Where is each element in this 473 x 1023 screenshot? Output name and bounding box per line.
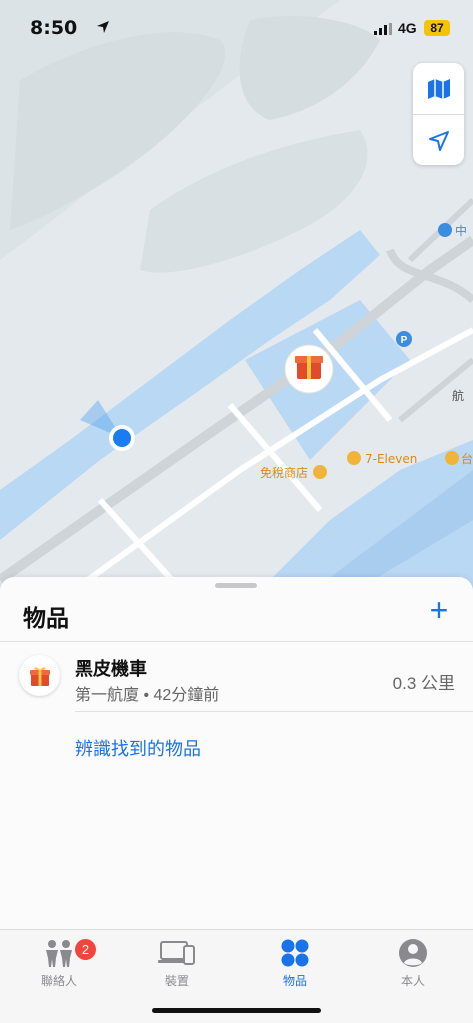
list-item[interactable]: 黑皮機車 第一航廈 • 42分鐘前 0.3 公里 <box>0 643 473 713</box>
person-icon <box>399 939 427 967</box>
tab-items[interactable]: 物品 <box>236 936 354 992</box>
tab-label: 物品 <box>282 974 307 988</box>
notification-badge: 2 <box>75 939 96 960</box>
road-label: 航 <box>452 388 464 403</box>
identify-found-item-link[interactable]: 辨識找到的物品 <box>75 735 201 761</box>
map-mode-button[interactable] <box>413 63 464 114</box>
location-arrow-icon <box>428 130 449 151</box>
network-type: 4G <box>398 20 417 36</box>
status-time: 8:50 <box>30 17 78 39</box>
svg-text:7-Eleven: 7-Eleven <box>365 452 417 466</box>
devices-icon <box>158 941 195 965</box>
sheet-grabber[interactable] <box>215 583 257 588</box>
home-indicator[interactable] <box>152 1008 321 1013</box>
items-icon <box>281 939 309 967</box>
location-arrow-icon <box>97 21 109 33</box>
cellular-signal-icon <box>374 23 392 35</box>
poi-seven-eleven[interactable]: 7-Eleven <box>347 451 417 466</box>
people-icon <box>46 940 72 967</box>
svg-text:P: P <box>401 335 408 346</box>
item-location-time: 第一航廈 • 42分鐘前 <box>75 687 220 704</box>
tab-me[interactable]: 本人 <box>354 936 472 992</box>
svg-text:中: 中 <box>455 223 467 238</box>
map-controls <box>413 63 464 165</box>
parking-marker[interactable]: P <box>396 331 412 347</box>
tab-devices[interactable]: 裝置 <box>118 936 236 992</box>
status-bar: 8:50 4G 87 <box>0 0 473 56</box>
divider <box>0 641 473 642</box>
poi-duty-free[interactable]: 免稅商店 <box>260 465 327 480</box>
svg-text:台: 台 <box>461 451 473 466</box>
tab-label: 聯絡人 <box>40 974 77 988</box>
tab-label: 本人 <box>400 974 425 988</box>
tab-people[interactable]: 2 聯絡人 <box>0 936 118 992</box>
map-mode-icon <box>427 78 450 99</box>
item-name: 黑皮機車 <box>75 659 147 679</box>
divider <box>75 711 473 712</box>
recenter-button[interactable] <box>413 115 464 166</box>
add-item-button[interactable]: + <box>425 594 453 626</box>
page-title: 物品 <box>23 605 69 631</box>
gift-icon <box>29 666 50 686</box>
item-distance: 0.3 公里 <box>392 674 455 693</box>
battery-indicator: 87 <box>424 20 450 36</box>
tab-label: 裝置 <box>164 974 189 988</box>
item-avatar <box>19 655 60 696</box>
map-view[interactable]: P 中 航 免稅商店 7-Eleven 台 <box>0 0 473 600</box>
svg-text:免稅商店: 免稅商店 <box>260 465 308 480</box>
items-sheet: 物品 + 黑皮機車 第一航廈 • 42分鐘前 0.3 公里 辨識找到的物品 <box>0 577 473 929</box>
item-map-marker[interactable] <box>284 344 334 394</box>
